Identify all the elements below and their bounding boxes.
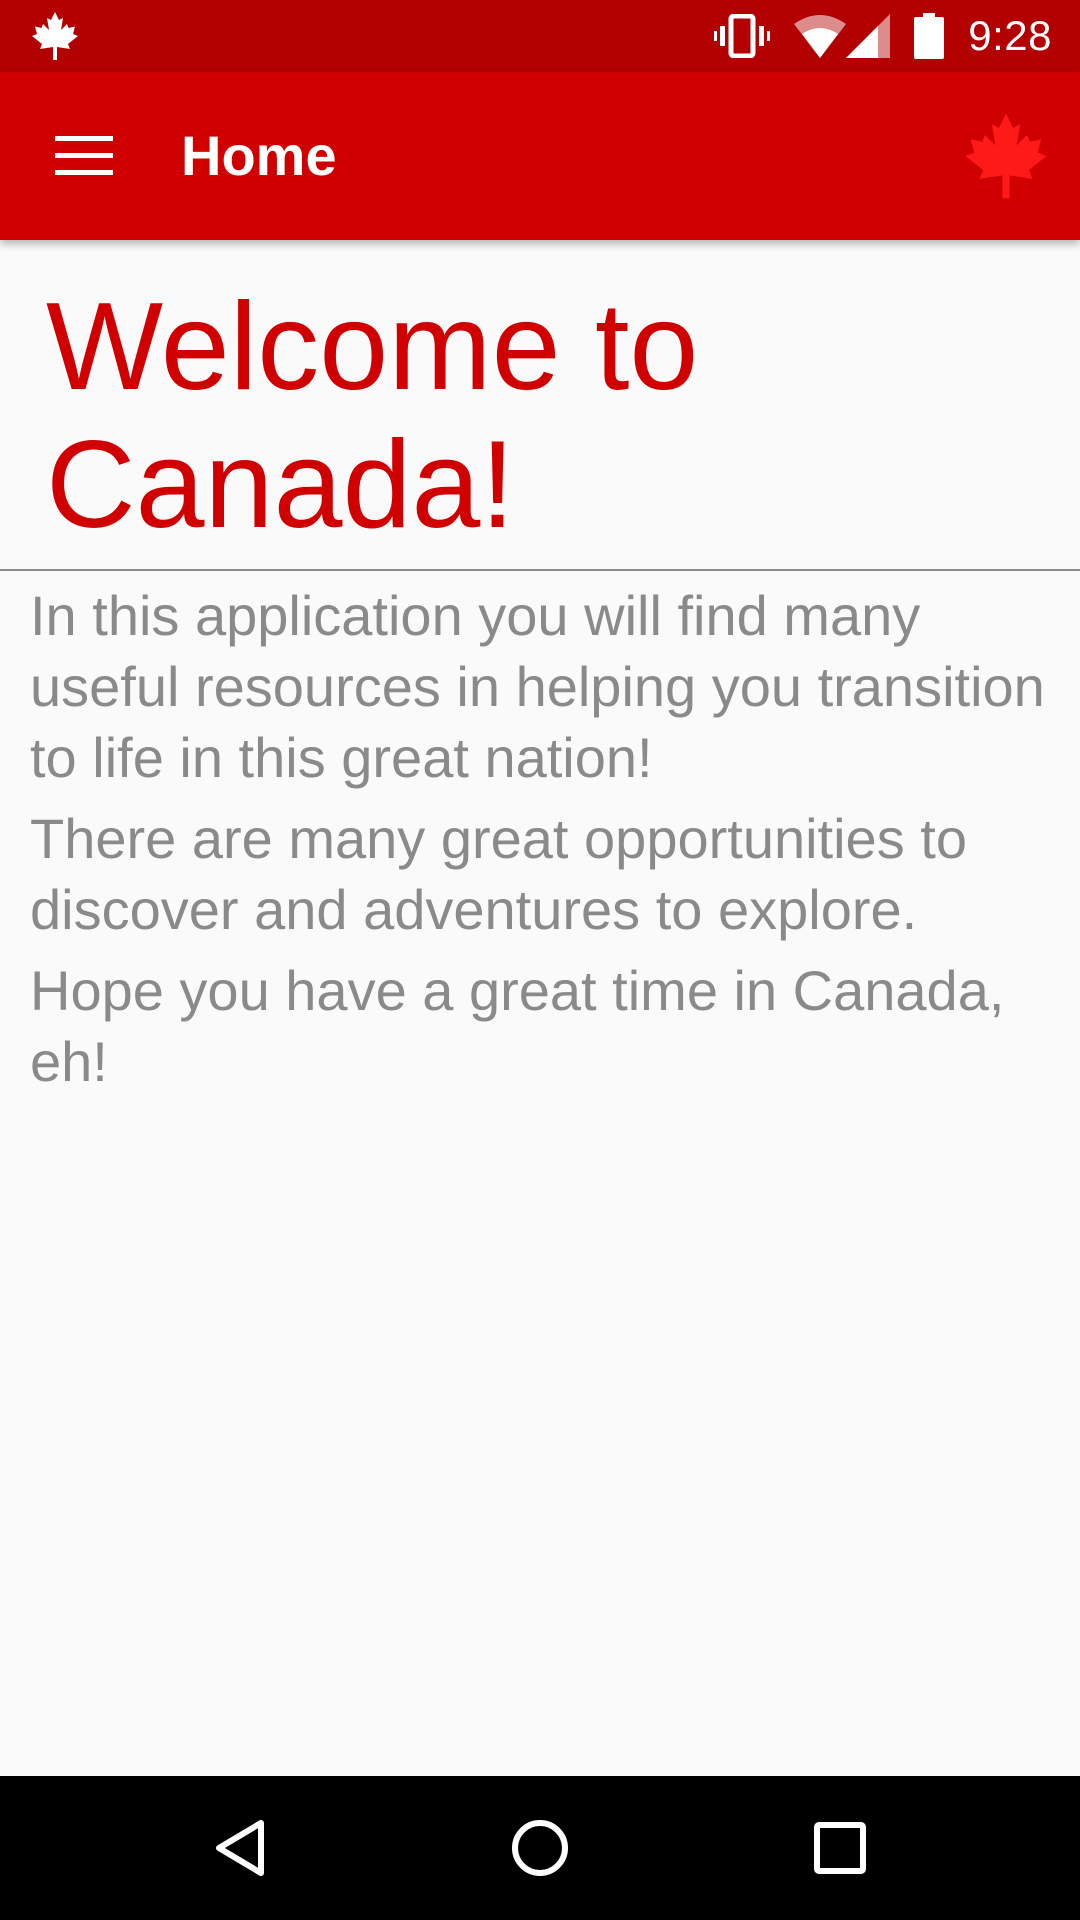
back-button[interactable] — [168, 1776, 312, 1920]
back-icon — [216, 1820, 264, 1876]
battery-icon — [914, 13, 945, 59]
opportunities-paragraph: There are many great opportunities to di… — [30, 807, 967, 941]
menu-icon — [55, 136, 113, 175]
maple-leaf-icon — [965, 113, 1047, 199]
content-body: In this application you will find many u… — [30, 580, 1060, 1107]
screen: 9:28 Home Welcome to Canada! In this app… — [0, 0, 1080, 1920]
recents-icon — [814, 1822, 866, 1874]
navigation-bar — [0, 1776, 1080, 1920]
status-bar: 9:28 — [0, 0, 1080, 72]
intro-paragraph: In this application you will find many u… — [30, 584, 1045, 789]
vibrate-icon — [714, 14, 771, 58]
maple-leaf-icon — [32, 12, 78, 60]
menu-button[interactable] — [40, 112, 128, 200]
home-icon — [512, 1820, 568, 1876]
app-bar: Home — [0, 72, 1080, 240]
status-time: 9:28 — [968, 12, 1052, 59]
recents-button[interactable] — [768, 1776, 912, 1920]
closing-paragraph: Hope you have a great time in Canada, eh… — [30, 959, 1005, 1093]
app-title: Home — [181, 124, 337, 187]
wifi-icon — [794, 15, 847, 58]
divider — [0, 569, 1080, 571]
signal-icon — [846, 14, 891, 58]
status-icons: 9:28 — [714, 0, 1056, 72]
home-button[interactable] — [468, 1776, 612, 1920]
welcome-heading: Welcome to Canada! — [46, 278, 699, 554]
